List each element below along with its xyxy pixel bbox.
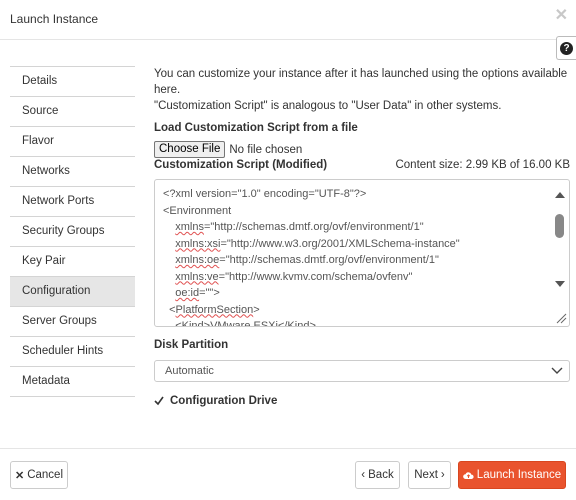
- cloud-upload-icon: [462, 472, 474, 479]
- script-line: <PlatformSection>: [163, 303, 260, 316]
- nav-configuration[interactable]: Configuration: [10, 276, 135, 306]
- content-size: Content size: 2.99 KB of 16.00 KB: [395, 159, 570, 171]
- close-icon[interactable]: ✕: [555, 8, 568, 24]
- nav-scheduler-hints[interactable]: Scheduler Hints: [10, 336, 135, 366]
- script-content[interactable]: <?xml version="1.0" encoding="UTF-8"?> <E…: [163, 186, 543, 327]
- back-button[interactable]: ‹ Back: [355, 461, 400, 489]
- scroll-thumb[interactable]: [555, 214, 564, 238]
- nav-divider: [10, 396, 135, 397]
- script-line: <Kind>VMware ESXi</Kind>: [163, 320, 316, 327]
- nav-network-ports[interactable]: Network Ports: [10, 186, 135, 216]
- launch-instance-button[interactable]: Launch Instance: [458, 461, 566, 489]
- disk-partition-label: Disk Partition: [154, 339, 229, 351]
- script-line: oe:id="">: [175, 287, 220, 299]
- cancel-button[interactable]: ✕ Cancel: [10, 461, 68, 489]
- nav-source[interactable]: Source: [10, 96, 135, 126]
- script-line: xmlns="http://schemas.dmtf.org/ovf/envir…: [175, 221, 424, 233]
- nav-networks[interactable]: Networks: [10, 156, 135, 186]
- file-row: Choose File No file chosen: [154, 141, 570, 158]
- close-icon: ✕: [14, 469, 25, 482]
- intro-text: You can customize your instance after it…: [154, 66, 570, 114]
- configuration-panel: You can customize your instance after it…: [154, 66, 570, 407]
- script-line: xmlns:oe="http://schemas.dmtf.org/ovf/en…: [175, 254, 439, 266]
- resize-grip-icon[interactable]: [555, 312, 567, 324]
- nav-metadata[interactable]: Metadata: [10, 366, 135, 396]
- nav-key-pair[interactable]: Key Pair: [10, 246, 135, 276]
- no-file-text: No file chosen: [229, 143, 303, 156]
- choose-file-button[interactable]: Choose File: [154, 141, 226, 158]
- chevron-left-icon: ‹: [361, 469, 366, 481]
- launch-label: Launch Instance: [476, 469, 562, 481]
- script-header: Customization Script (Modified) Content …: [154, 159, 570, 171]
- load-script-label: Load Customization Script from a file: [154, 122, 358, 134]
- script-scrollbar[interactable]: [551, 180, 569, 326]
- back-label: Back: [368, 469, 394, 481]
- wizard-nav: Details Source Flavor Networks Network Ports…: [10, 66, 135, 397]
- dialog-footer: ✕ Cancel ‹ Back Next › Launch Instance: [0, 448, 576, 500]
- script-line: <Environment: [163, 204, 232, 217]
- next-label: Next: [414, 469, 438, 481]
- script-line: xmlns:ve="http://www.kvmv.com/schema/ovf…: [175, 270, 413, 283]
- scroll-down-icon[interactable]: [555, 281, 565, 287]
- disk-partition-select[interactable]: Automatic: [154, 360, 570, 382]
- disk-partition-value: Automatic: [165, 365, 214, 377]
- script-label: Customization Script (Modified): [154, 159, 328, 171]
- script-line: xmlns:xsi="http://www.w3.org/2001/XMLSch…: [175, 237, 460, 250]
- scroll-up-icon[interactable]: [555, 192, 565, 198]
- nav-details[interactable]: Details: [10, 66, 135, 96]
- chevron-down-icon: [551, 367, 563, 374]
- intro-line-2: "Customization Script" is analogous to "…: [154, 100, 502, 112]
- nav-flavor[interactable]: Flavor: [10, 126, 135, 156]
- config-drive-row: Configuration Drive: [154, 395, 277, 407]
- help-icon: ?: [560, 41, 573, 55]
- checkbox-checked-icon[interactable]: [154, 396, 164, 406]
- help-button[interactable]: ?: [556, 36, 576, 60]
- next-button[interactable]: Next ›: [408, 461, 451, 489]
- dialog-header: Launch Instance ✕: [0, 0, 576, 40]
- config-drive-label: Configuration Drive: [170, 395, 278, 407]
- chevron-right-icon: ›: [440, 469, 445, 481]
- nav-security-groups[interactable]: Security Groups: [10, 216, 135, 246]
- dialog-title: Launch Instance: [10, 12, 99, 26]
- script-line: <?xml version="1.0" encoding="UTF-8"?>: [163, 188, 367, 200]
- intro-line-1: You can customize your instance after it…: [154, 68, 568, 96]
- nav-server-groups[interactable]: Server Groups: [10, 306, 135, 336]
- customization-script-textarea[interactable]: <?xml version="1.0" encoding="UTF-8"?> <E…: [154, 179, 570, 327]
- cancel-label: Cancel: [27, 469, 64, 481]
